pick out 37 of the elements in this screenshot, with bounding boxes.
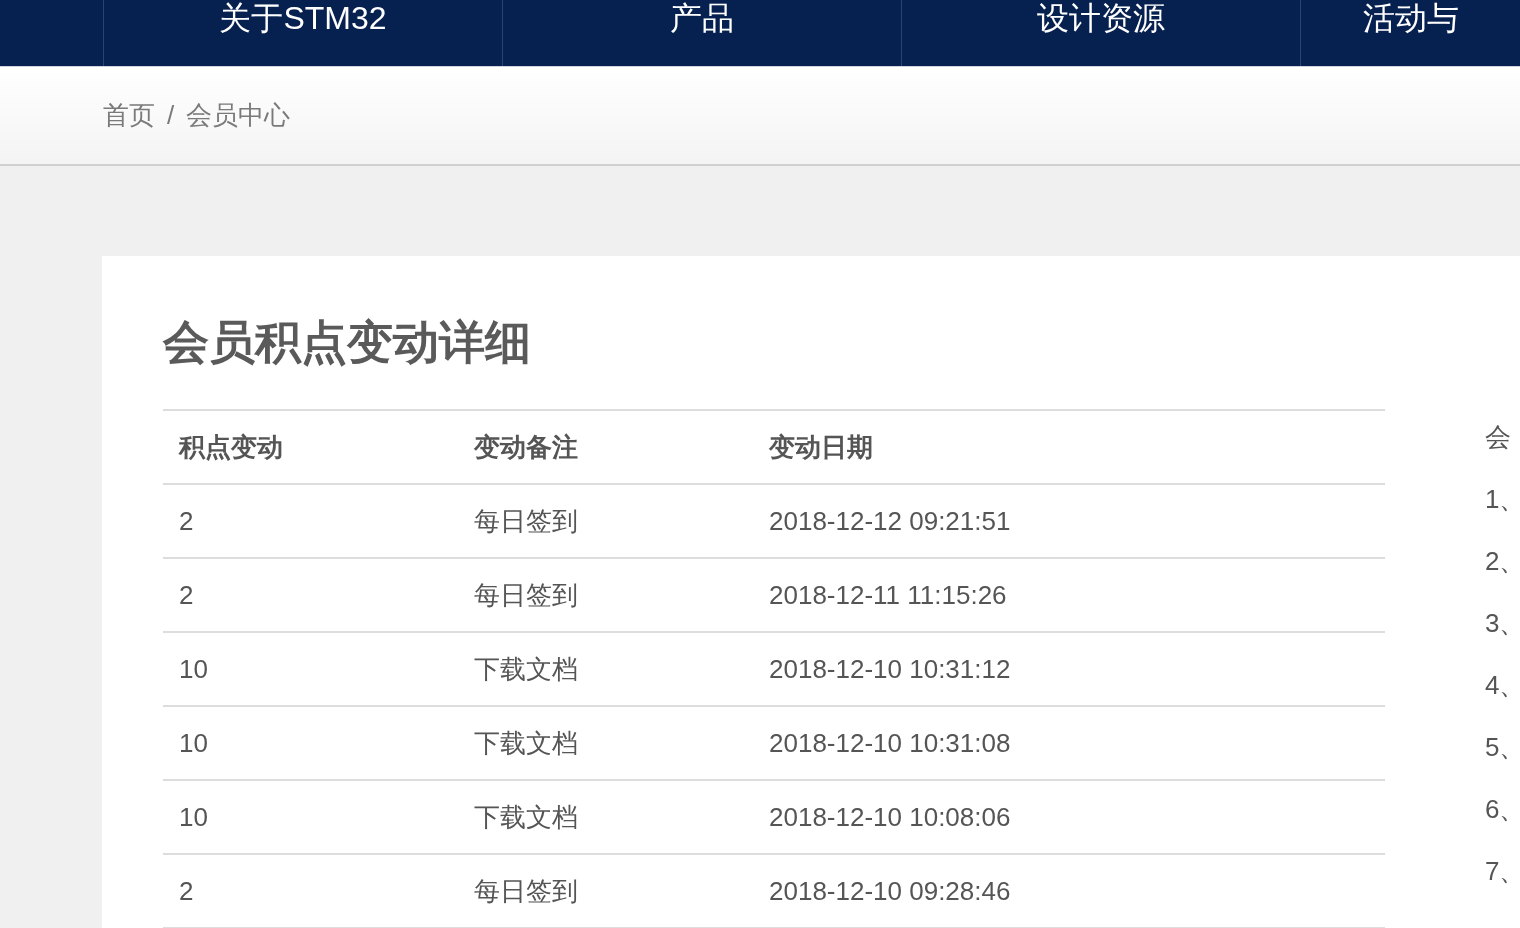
table-cell-text: 10 (178, 727, 208, 759)
column-header: 变动备注 (473, 430, 578, 464)
table-cell-text: 2018-12-10 10:31:08 (768, 727, 1011, 759)
table-cell-text: 每日签到 (473, 578, 578, 612)
nav-link[interactable]: 产品 (670, 0, 734, 36)
table-cell-text: 下载文档 (473, 652, 578, 686)
side-panel-item: 1、 (1485, 483, 1520, 515)
table-cell-text: 2018-12-11 11:15:26 (768, 579, 1007, 611)
table-cell-text: 2 (178, 505, 194, 537)
table-cell-text: 2 (178, 579, 194, 611)
table-cell-text: 每日签到 (473, 874, 578, 908)
page-title: 会员积点变动详细 (163, 316, 531, 368)
breadcrumb-link[interactable]: 首页 (103, 98, 155, 133)
side-panel-item: 2、 (1485, 545, 1520, 577)
nav-link[interactable]: 关于STM32 (219, 0, 387, 36)
side-panel-item: 4、 (1485, 669, 1520, 701)
table-cell-text: 2018-12-12 09:21:51 (768, 505, 1011, 537)
side-panel-item: 6、 (1485, 793, 1520, 825)
nav-link[interactable]: 设计资源 (1037, 0, 1165, 36)
table-cell-text: 10 (178, 801, 208, 833)
side-panel-item: 7、 (1485, 855, 1520, 887)
side-panel-item: 3、 (1485, 607, 1520, 639)
breadcrumb-separator: / (167, 100, 175, 131)
table-cell-text: 2 (178, 875, 194, 907)
table-cell-text: 下载文档 (473, 726, 578, 760)
table-cell-text: 2018-12-10 10:08:06 (768, 801, 1011, 833)
table-cell-text: 下载文档 (473, 800, 578, 834)
table-cell-text: 2018-12-10 10:31:12 (768, 653, 1011, 685)
nav-link[interactable]: 活动与 (1362, 0, 1459, 36)
breadcrumb-current: 会员中心 (186, 99, 291, 132)
side-panel-item: 5、 (1485, 731, 1520, 763)
table-cell-text: 2018-12-10 09:28:46 (768, 875, 1011, 907)
table-cell-text: 10 (178, 653, 208, 685)
column-header: 变动日期 (768, 430, 873, 464)
table-cell-text: 每日签到 (473, 504, 578, 538)
column-header: 积点变动 (177, 430, 283, 464)
side-panel-heading: 会 (1485, 421, 1511, 453)
